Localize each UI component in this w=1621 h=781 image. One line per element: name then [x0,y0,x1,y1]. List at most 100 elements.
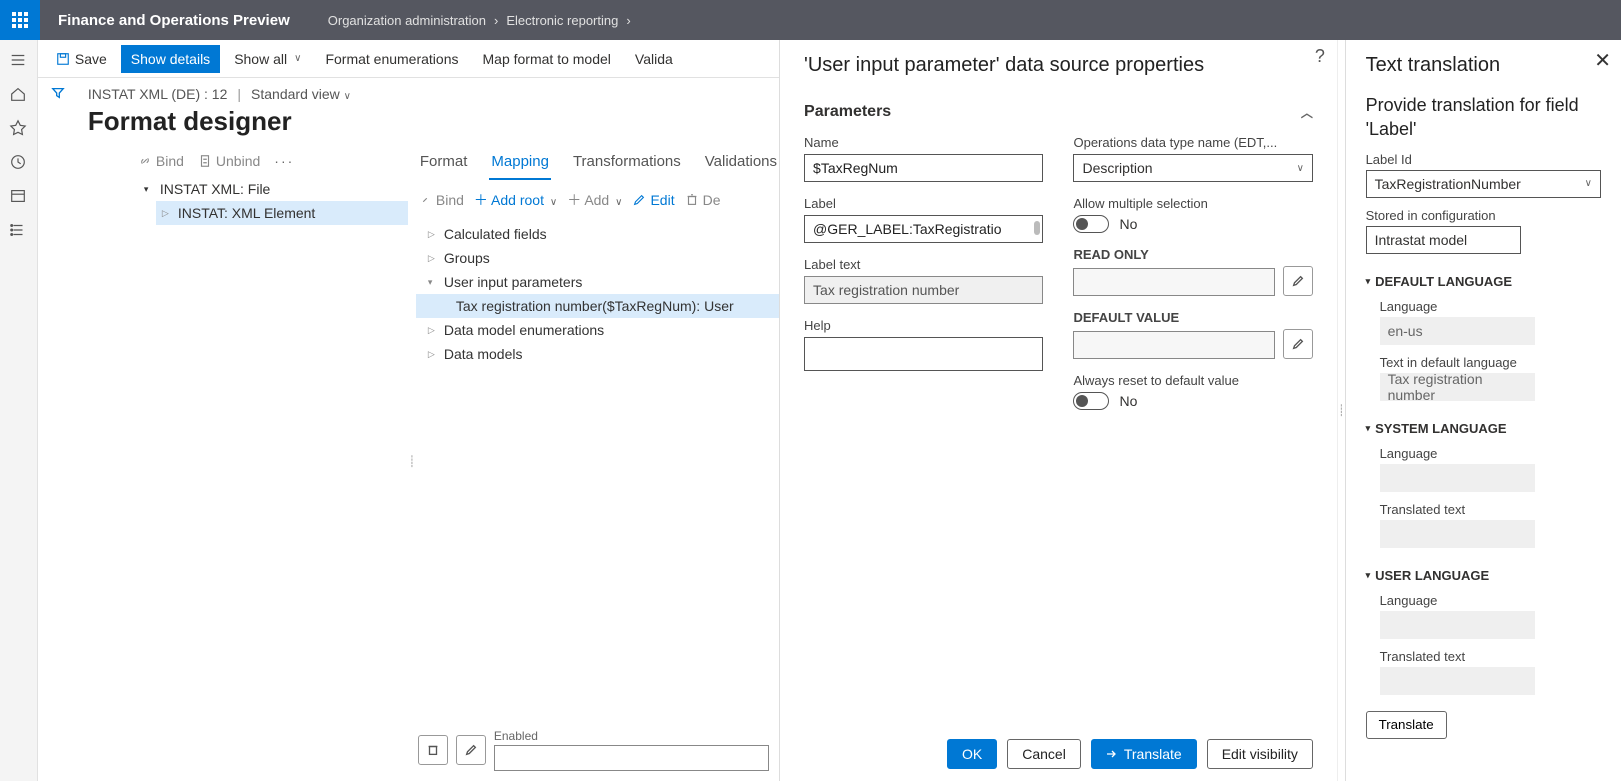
filter-icon[interactable] [51,86,65,781]
default-value-edit-button[interactable] [1283,329,1313,359]
readonly-edit-button[interactable] [1283,266,1313,296]
translated-value[interactable] [1380,520,1535,548]
translation-subtitle: Provide translation for field 'Label' [1366,87,1601,142]
translated-value[interactable] [1380,667,1535,695]
stored-field: Intrastat model [1366,226,1521,254]
ok-button[interactable]: OK [947,739,997,769]
unbind-button[interactable]: Unbind [198,153,260,169]
edit-button[interactable]: Edit [632,192,674,208]
chevron-down-icon: ∨ [344,91,351,102]
properties-dialog: ? 'User input parameter' data source pro… [779,40,1337,781]
chevron-down-icon: ∨ [1585,178,1592,189]
readonly-label: READ ONLY [1073,247,1312,266]
hamburger-icon[interactable] [8,50,28,70]
show-details-button[interactable]: Show details [121,45,220,73]
map-format-button[interactable]: Map format to model [473,45,621,73]
show-all-button[interactable]: Show all∨ [224,45,311,73]
translate-button[interactable]: Translate [1091,739,1197,769]
expand-icon[interactable] [428,325,438,336]
breadcrumb-item[interactable]: Electronic reporting [506,13,618,28]
language-value[interactable] [1380,611,1535,639]
ds-item-calculated[interactable]: Calculated fields [416,222,779,246]
bind-button[interactable]: Bind [418,192,464,208]
tab-mapping[interactable]: Mapping [489,149,551,180]
filter-column [38,78,78,781]
system-language-section[interactable]: ▾SYSTEM LANGUAGE [1366,411,1601,436]
breadcrumb: Organization administration › Electronic… [308,13,631,28]
labelid-select[interactable]: TaxRegistrationNumber∨ [1366,170,1601,198]
delete-icon-button[interactable] [418,735,448,765]
save-button[interactable]: Save [46,45,117,73]
expand-icon[interactable] [428,349,438,360]
help-icon[interactable]: ? [1315,46,1325,67]
readonly-field [1073,268,1274,296]
recent-icon[interactable] [8,152,28,172]
breadcrumb-item[interactable]: Organization administration [328,13,486,28]
add-button[interactable]: ＋ Add ∨ [567,190,622,210]
module-icon[interactable] [8,186,28,206]
translate-action-button[interactable]: Translate [1366,711,1447,739]
delete-button[interactable]: De [685,192,721,208]
labeltext-label: Label text [804,257,1043,276]
reset-label: Always reset to default value [1073,373,1312,392]
left-navigation-rail [0,40,38,781]
name-label: Name [804,135,1043,154]
expand-icon[interactable] [428,253,438,264]
collapse-icon[interactable] [428,277,438,288]
name-input[interactable] [804,154,1043,182]
save-label: Save [75,51,107,67]
tab-transformations[interactable]: Transformations [571,149,683,180]
edit-visibility-button[interactable]: Edit visibility [1207,739,1313,769]
close-icon[interactable]: ✕ [1594,48,1611,73]
ds-item-dme[interactable]: Data model enumerations [416,318,779,342]
allow-multi-toggle[interactable] [1073,215,1109,233]
edit-icon-button[interactable] [456,735,486,765]
help-label: Help [804,318,1043,337]
cancel-button[interactable]: Cancel [1007,739,1081,769]
view-selector[interactable]: Standard view ∨ [251,86,351,102]
home-icon[interactable] [8,84,28,104]
format-enumerations-button[interactable]: Format enumerations [315,45,468,73]
tab-format[interactable]: Format [418,149,470,180]
toggle-value: No [1119,393,1137,409]
expand-icon[interactable] [144,184,154,195]
tab-validations[interactable]: Validations [703,149,779,180]
action-toolbar: Save Show details Show all∨ Format enume… [38,40,779,78]
validate-button[interactable]: Valida [625,45,683,73]
splitter[interactable]: ┊ [1337,40,1345,781]
translated-label: Translated text [1380,649,1601,667]
language-label: Language [1380,593,1601,611]
ds-item-dm[interactable]: Data models [416,342,779,366]
expand-icon[interactable] [162,208,172,219]
ds-item-taxregnum[interactable]: Tax registration number($TaxRegNum): Use… [416,294,779,318]
toggle-value: No [1119,216,1137,232]
tree-item-root[interactable]: INSTAT XML: File [138,177,408,201]
labeltext-field: Tax registration number [804,276,1043,304]
bind-button[interactable]: Bind [138,153,184,169]
language-value[interactable] [1380,464,1535,492]
tree-item-child[interactable]: INSTAT: XML Element [156,201,408,225]
language-label: Language [1380,299,1601,317]
waffle-icon[interactable] [0,0,40,40]
reset-toggle[interactable] [1073,392,1109,410]
list-icon[interactable] [8,220,28,240]
default-language-section[interactable]: ▾DEFAULT LANGUAGE [1366,264,1601,289]
enabled-field[interactable] [494,745,769,771]
scrollbar-thumb[interactable] [1034,221,1040,235]
section-title: Parameters [804,103,891,121]
label-label: Label [804,196,1043,215]
ds-item-groups[interactable]: Groups [416,246,779,270]
star-icon[interactable] [8,118,28,138]
parameters-section-header[interactable]: Parameters ︿ [780,85,1337,131]
add-root-button[interactable]: ＋ Add root ∨ [474,190,557,210]
edt-select[interactable]: Description∨ [1073,154,1312,182]
splitter[interactable]: ┊ [408,141,416,781]
label-input[interactable] [804,215,1043,243]
help-input[interactable] [804,337,1043,371]
more-button[interactable]: ··· [274,153,294,169]
ds-item-user-input[interactable]: User input parameters [416,270,779,294]
language-label: Language [1380,446,1601,464]
user-language-section[interactable]: ▾USER LANGUAGE [1366,558,1601,583]
tree-label: INSTAT XML: File [160,181,270,197]
expand-icon[interactable] [428,229,438,240]
